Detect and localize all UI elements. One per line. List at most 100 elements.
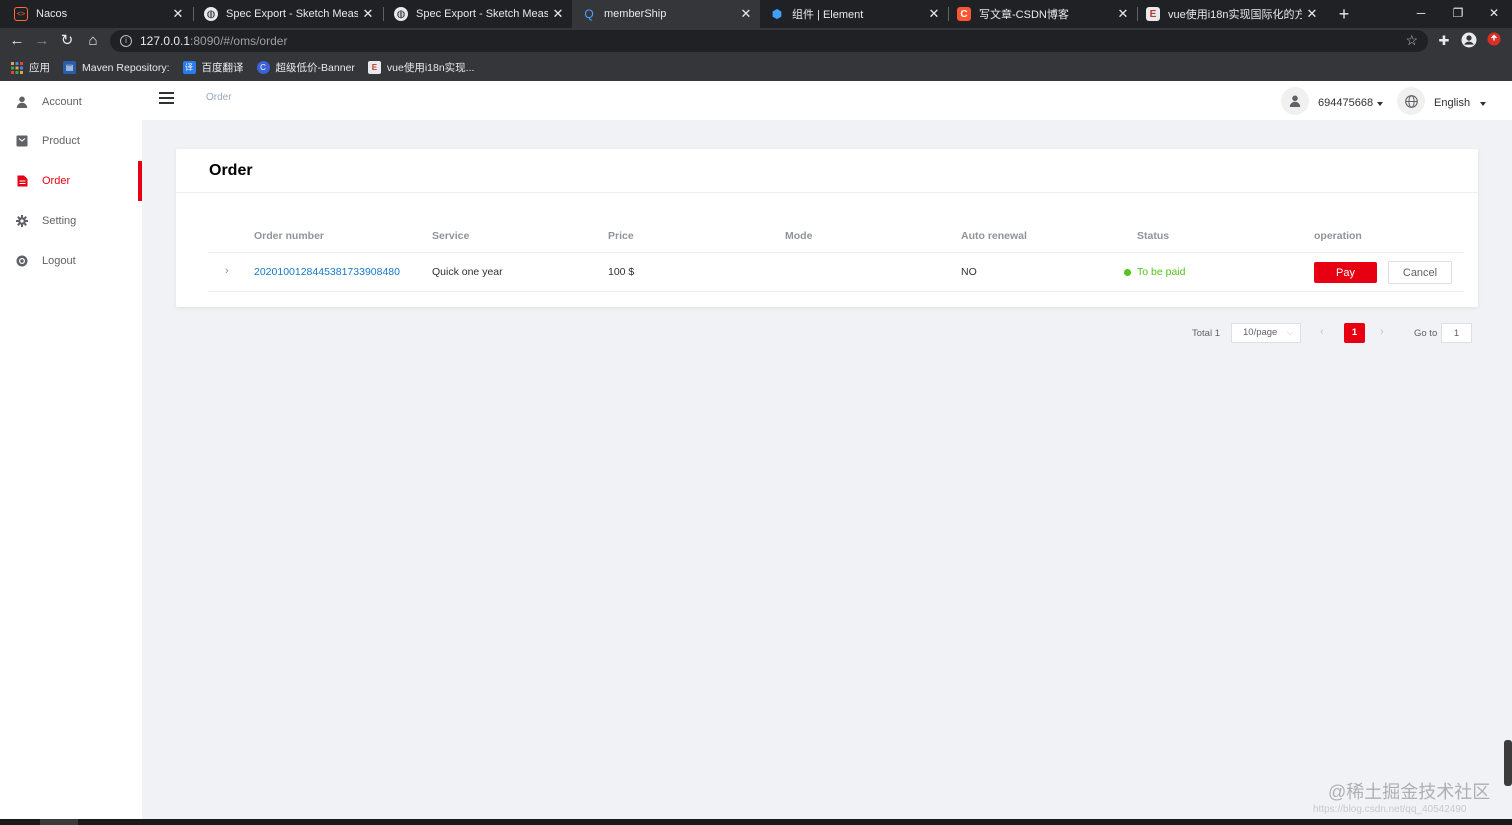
sidebar-item-logout[interactable]: Logout xyxy=(0,241,142,281)
reload-icon[interactable]: ↻ xyxy=(57,31,77,51)
avatar[interactable] xyxy=(1281,87,1309,115)
forward-icon[interactable]: → xyxy=(32,31,52,51)
column-header-status: Status xyxy=(1137,230,1170,242)
column-header-service: Service xyxy=(432,230,470,242)
watermark-url: https://blog.csdn.net/qq_40542490 xyxy=(1313,804,1467,815)
close-tab-icon[interactable]: ✕ xyxy=(924,6,944,22)
goto-label: Go to xyxy=(1414,328,1438,339)
page-size-select[interactable]: 10/page ⌵ xyxy=(1231,323,1301,343)
browser-tab-element[interactable]: ⬢ 组件 | Element ✕ xyxy=(760,0,948,28)
close-window-icon[interactable]: ✕ xyxy=(1476,0,1512,28)
scrollbar-handle[interactable] xyxy=(1504,740,1512,786)
blog-icon: E xyxy=(1146,7,1160,21)
apps-grid-icon xyxy=(10,61,23,74)
product-icon xyxy=(16,135,28,147)
pay-button[interactable]: Pay xyxy=(1314,262,1377,283)
sidebar-item-account[interactable]: Account xyxy=(0,82,142,122)
chevron-down-icon xyxy=(1480,102,1486,106)
chevron-down-icon: ⌵ xyxy=(1286,328,1293,337)
breadcrumb: Order xyxy=(206,92,232,103)
tab-title: Nacos xyxy=(36,8,68,20)
bookmark-banner[interactable]: C 超级低价-Banner xyxy=(256,60,355,75)
close-tab-icon[interactable]: ✕ xyxy=(736,6,756,22)
bookmark-label: Maven Repository: xyxy=(82,61,170,74)
home-icon[interactable]: ⌂ xyxy=(83,31,103,51)
nacos-icon: <> xyxy=(14,7,28,21)
browser-tab-csdn[interactable]: C 写文章-CSDN博客 ✕ xyxy=(949,0,1137,28)
tab-title: 写文章-CSDN博客 xyxy=(979,9,1069,21)
next-page-icon[interactable]: › xyxy=(1380,326,1384,338)
sidebar-item-product[interactable]: Product xyxy=(0,121,142,161)
document-icon xyxy=(16,175,28,187)
bookmark-label: 百度翻译 xyxy=(201,62,244,74)
globe-icon: ◍ xyxy=(204,7,218,21)
browser-tab-spec-export-2[interactable]: ◍ Spec Export - Sketch Measure ✕ xyxy=(384,0,572,28)
divider xyxy=(176,192,1478,193)
bookmark-star-icon[interactable]: ☆ xyxy=(1405,32,1418,49)
gear-icon xyxy=(16,215,28,227)
translate-icon: 译 xyxy=(182,61,196,74)
csdn-icon: C xyxy=(957,7,971,21)
browser-tab-nacos[interactable]: <> Nacos ✕ xyxy=(0,0,192,28)
maven-icon: ▤ xyxy=(63,61,76,74)
chevron-right-icon[interactable]: › xyxy=(225,265,229,277)
column-header-auto-renewal: Auto renewal xyxy=(961,230,1027,242)
address-bar[interactable]: i 127.0.0.1 :8090/#/oms/order ☆ xyxy=(110,30,1428,52)
price-cell: 100 $ xyxy=(608,266,635,278)
close-tab-icon[interactable]: ✕ xyxy=(1113,6,1133,22)
close-tab-icon[interactable]: ✕ xyxy=(1302,6,1322,22)
order-number-link[interactable]: 20201001284453817339084​80 xyxy=(254,266,400,278)
language-dropdown[interactable]: English xyxy=(1434,97,1470,109)
bookmarks-bar: 应用 ▤ Maven Repository: 译 百度翻译 C 超级低价-Ban… xyxy=(0,54,1512,81)
table-header-border xyxy=(208,252,1464,253)
browser-tab-membership[interactable]: Q memberShip ✕ xyxy=(572,0,760,28)
browser-tab-vue-i18n[interactable]: E vue使用i18n实现国际化的方法详 ✕ xyxy=(1138,0,1326,28)
page-title: Order xyxy=(209,162,253,179)
column-header-operation: operation xyxy=(1314,230,1362,242)
bookmark-baidu-translate[interactable]: 译 百度翻译 xyxy=(182,60,244,75)
os-taskbar xyxy=(0,819,1512,825)
sidebar-item-setting[interactable]: Setting xyxy=(0,201,142,241)
status-badge: To be paid xyxy=(1137,266,1186,278)
browser-tab-spec-export-1[interactable]: ◍ Spec Export - Sketch Measure ✕ xyxy=(194,0,382,28)
sidebar-item-order[interactable]: Order xyxy=(0,161,142,201)
close-tab-icon[interactable]: ✕ xyxy=(548,6,568,22)
tab-title: Spec Export - Sketch Measure xyxy=(416,8,548,20)
close-tab-icon[interactable]: ✕ xyxy=(358,6,378,22)
current-page-button[interactable]: 1 xyxy=(1344,323,1365,343)
browser-toolbar: ← → ↻ ⌂ i 127.0.0.1 :8090/#/oms/order ☆ … xyxy=(0,28,1512,54)
sidebar-item-label: Order xyxy=(42,175,71,187)
goto-page-input[interactable] xyxy=(1441,323,1472,343)
username-dropdown[interactable]: 694475668 xyxy=(1318,97,1373,109)
bookmark-label: vue使用i18n实现... xyxy=(386,62,475,74)
watermark: @稀土掘金技术社区 xyxy=(1328,782,1491,802)
extensions-icon[interactable]: ✚ xyxy=(1435,32,1453,50)
restore-window-icon[interactable]: ❐ xyxy=(1440,0,1476,28)
taskbar-item[interactable] xyxy=(40,819,78,825)
column-header-mode: Mode xyxy=(785,230,813,242)
column-header-price: Price xyxy=(608,230,634,242)
c-icon: C xyxy=(256,61,270,74)
back-icon[interactable]: ← xyxy=(7,31,27,51)
user-icon xyxy=(16,96,28,108)
tab-title: 组件 | Element xyxy=(792,9,864,21)
hamburger-menu-icon[interactable] xyxy=(159,92,174,104)
blog-icon: E xyxy=(367,61,381,74)
update-icon[interactable] xyxy=(1485,32,1503,50)
sidebar-item-label: Account xyxy=(42,96,82,108)
cancel-button[interactable]: Cancel xyxy=(1388,261,1452,284)
browser-tab-strip: <> Nacos ✕ ◍ Spec Export - Sketch Measur… xyxy=(0,0,1512,28)
profile-icon[interactable] xyxy=(1460,32,1478,50)
close-tab-icon[interactable]: ✕ xyxy=(168,6,188,22)
minimize-window-icon[interactable]: ─ xyxy=(1403,0,1439,28)
bookmark-vue-i18n[interactable]: E vue使用i18n实现... xyxy=(367,60,475,75)
tab-title: memberShip xyxy=(604,8,667,20)
page-size-value: 10/page xyxy=(1243,327,1278,338)
bookmark-apps[interactable]: 应用 xyxy=(10,60,50,75)
bookmark-maven[interactable]: ▤ Maven Repository: xyxy=(63,61,170,74)
prev-page-icon[interactable]: ‹ xyxy=(1320,326,1324,338)
new-tab-icon[interactable]: + xyxy=(1333,3,1355,25)
globe-icon[interactable] xyxy=(1397,87,1425,115)
active-indicator xyxy=(138,161,142,201)
site-info-icon[interactable]: i xyxy=(120,35,132,47)
